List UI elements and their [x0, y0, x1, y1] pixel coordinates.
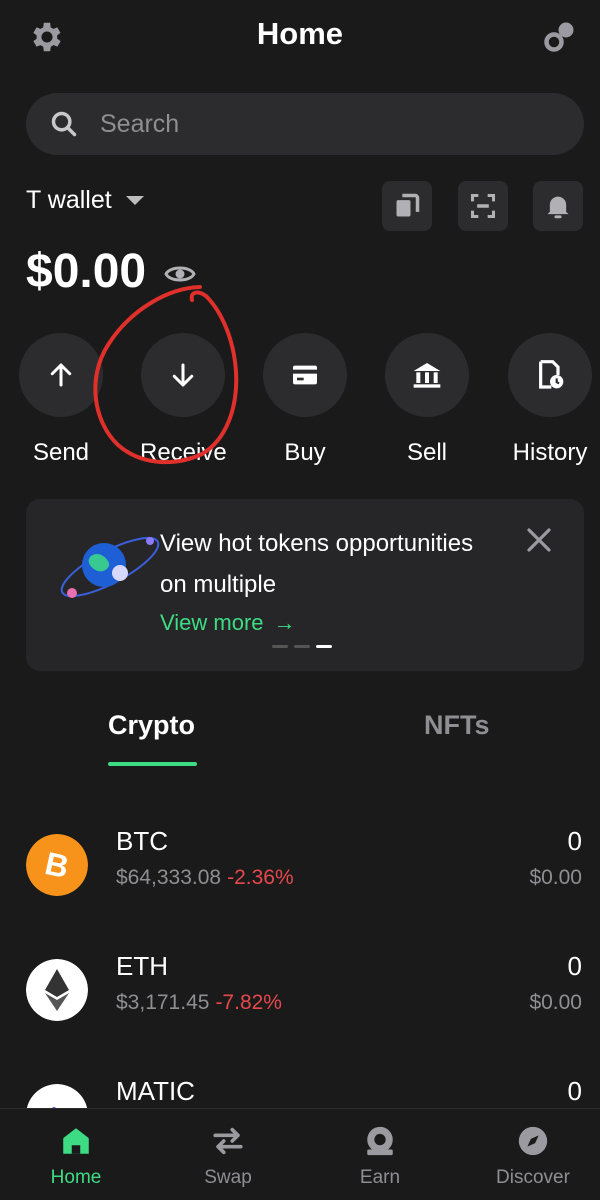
page-title: Home	[256, 16, 344, 51]
nav-swap[interactable]: Swap	[168, 1123, 288, 1189]
compass-icon	[515, 1123, 551, 1159]
buy-label: Buy	[284, 439, 326, 466]
active-tab-indicator	[108, 762, 197, 766]
card-icon	[263, 333, 347, 417]
copy-icon	[396, 193, 420, 217]
asset-fiat-value: $0.00	[529, 991, 582, 1014]
receive-label: Receive	[140, 439, 227, 466]
view-more-label: View more	[160, 610, 264, 635]
nav-discover-label: Discover	[496, 1167, 570, 1188]
send-label: Send	[32, 439, 90, 466]
history-icon	[508, 333, 592, 417]
arrow-up-icon	[19, 333, 103, 417]
asset-amount: 0	[567, 826, 582, 856]
home-icon	[58, 1123, 94, 1159]
bottom-nav: Home Swap Earn Discover	[0, 1108, 600, 1200]
asset-price-value: $64,333.08	[116, 866, 222, 889]
eye-icon[interactable]	[164, 262, 196, 286]
sell-label: Sell	[406, 439, 448, 466]
receive-button[interactable]: Receive	[140, 333, 227, 467]
asset-row-matic[interactable]: MATIC 0	[0, 1076, 600, 1108]
banner-text: View hot tokens opportunities on multipl…	[160, 530, 474, 598]
asset-row-eth[interactable]: ETH $3,171.45 -7.82% 0 $0.00	[0, 951, 600, 1031]
asset-symbol: ETH	[116, 951, 168, 981]
copy-button[interactable]	[382, 181, 432, 231]
connect-link-icon[interactable]	[540, 16, 580, 56]
tab-crypto[interactable]: Crypto	[108, 710, 195, 741]
bank-icon	[385, 333, 469, 417]
search-icon	[51, 111, 77, 137]
carousel-dot-active	[316, 645, 332, 648]
asset-fiat-value: $0.00	[529, 866, 582, 889]
nav-discover[interactable]: Discover	[473, 1123, 593, 1189]
nav-home-label: Home	[50, 1167, 102, 1188]
asset-price-value: $3,171.45	[116, 991, 210, 1014]
nav-home[interactable]: Home	[16, 1123, 136, 1189]
history-label: History	[512, 439, 588, 466]
asset-change: -2.36%	[227, 866, 294, 889]
wallet-selector[interactable]: T wallet	[26, 186, 144, 215]
send-button[interactable]: Send	[18, 333, 104, 467]
close-icon[interactable]	[524, 525, 554, 555]
caret-down-icon	[125, 196, 144, 205]
asset-amount: 0	[567, 1076, 582, 1106]
view-more-link[interactable]: View more →	[160, 610, 296, 636]
search-bar[interactable]	[26, 93, 584, 155]
arrow-down-icon	[141, 333, 225, 417]
carousel-dots	[272, 645, 332, 648]
asset-symbol: MATIC	[116, 1076, 195, 1106]
notifications-button[interactable]	[533, 181, 583, 231]
bell-icon	[547, 196, 569, 219]
sell-button[interactable]: Sell	[384, 333, 470, 467]
nav-swap-label: Swap	[204, 1167, 252, 1188]
bitcoin-icon: B	[26, 834, 88, 896]
search-input[interactable]	[100, 109, 540, 139]
history-button[interactable]: History	[505, 333, 595, 467]
arrow-right-icon: →	[273, 610, 296, 635]
swap-icon	[210, 1123, 246, 1159]
asset-amount: 0	[567, 951, 582, 981]
asset-change: -7.82%	[215, 991, 282, 1014]
asset-symbol: BTC	[116, 826, 168, 856]
planet-illustration	[60, 536, 160, 598]
asset-price: $3,171.45 -7.82%	[116, 991, 282, 1015]
buy-button[interactable]: Buy	[262, 333, 348, 467]
promo-banner[interactable]: View hot tokens opportunities on multipl…	[26, 499, 584, 671]
nav-earn-label: Earn	[359, 1167, 401, 1188]
asset-price: $64,333.08 -2.36%	[116, 866, 294, 890]
tab-nfts[interactable]: NFTs	[424, 710, 490, 741]
wallet-balance: $0.00	[26, 245, 147, 298]
earn-icon	[362, 1123, 398, 1159]
nav-earn[interactable]: Earn	[320, 1123, 440, 1189]
asset-row-btc[interactable]: B BTC $64,333.08 -2.36% 0 $0.00	[0, 826, 600, 906]
carousel-dot	[272, 645, 288, 648]
wallet-name: T wallet	[26, 186, 112, 214]
ethereum-icon	[26, 959, 88, 1021]
top-bar: Home	[0, 0, 600, 72]
carousel-dot	[294, 645, 310, 648]
scan-button[interactable]	[458, 181, 508, 231]
scan-icon	[470, 193, 496, 219]
polygon-icon	[26, 1084, 88, 1108]
